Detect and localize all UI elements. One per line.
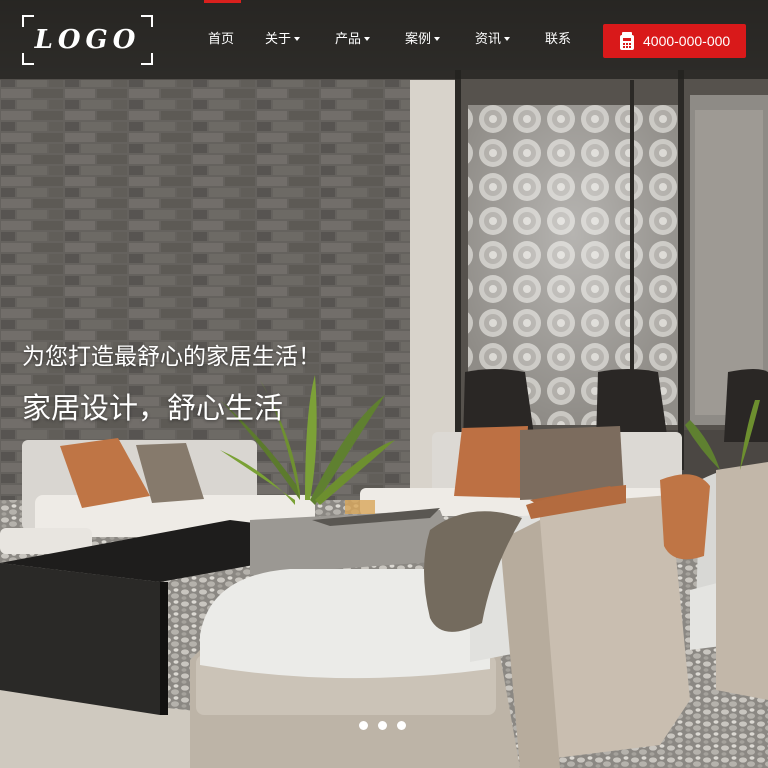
hero-headline: 为您打造最舒心的家居生活！: [22, 344, 321, 370]
logo[interactable]: LOGO: [22, 15, 153, 65]
nav-item-contact[interactable]: 联系: [545, 27, 571, 53]
phone-icon: [620, 32, 634, 50]
nav-active-indicator: [204, 0, 241, 3]
nav-item-cases[interactable]: 案例: [405, 27, 441, 53]
nav-item-label: 案例: [405, 32, 432, 47]
logo-text: LOGO: [34, 25, 141, 55]
carousel-dot[interactable]: [378, 721, 387, 730]
nav-item-label: 产品: [335, 32, 362, 47]
hero-background-image: [0, 0, 768, 768]
carousel-dot[interactable]: [397, 721, 406, 730]
chevron-down-icon: [434, 37, 441, 41]
nav-item-products[interactable]: 产品: [335, 27, 371, 53]
nav-item-about[interactable]: 关于: [265, 27, 301, 53]
top-navbar: LOGO 首页 关于 产品 案例 资讯 联系 4000-000-000: [0, 0, 768, 79]
phone-number: 4000-000-000: [643, 33, 731, 49]
nav-item-label: 资讯: [475, 32, 502, 47]
carousel-dot[interactable]: [359, 721, 368, 730]
nav-item-home[interactable]: 首页: [208, 27, 234, 53]
chevron-down-icon: [504, 37, 511, 41]
chevron-down-icon: [294, 37, 301, 41]
hero-subheadline: 家居设计，舒心生活: [22, 391, 284, 425]
carousel-pagination: [359, 721, 413, 731]
phone-button[interactable]: 4000-000-000: [603, 24, 746, 58]
hero-banner: LOGO 首页 关于 产品 案例 资讯 联系 4000-000-000 为您打造…: [0, 0, 768, 768]
chevron-down-icon: [364, 37, 371, 41]
nav-item-news[interactable]: 资讯: [475, 27, 511, 53]
nav-item-label: 关于: [265, 32, 292, 47]
nav-item-label: 首页: [208, 32, 235, 47]
nav-item-label: 联系: [545, 32, 572, 47]
